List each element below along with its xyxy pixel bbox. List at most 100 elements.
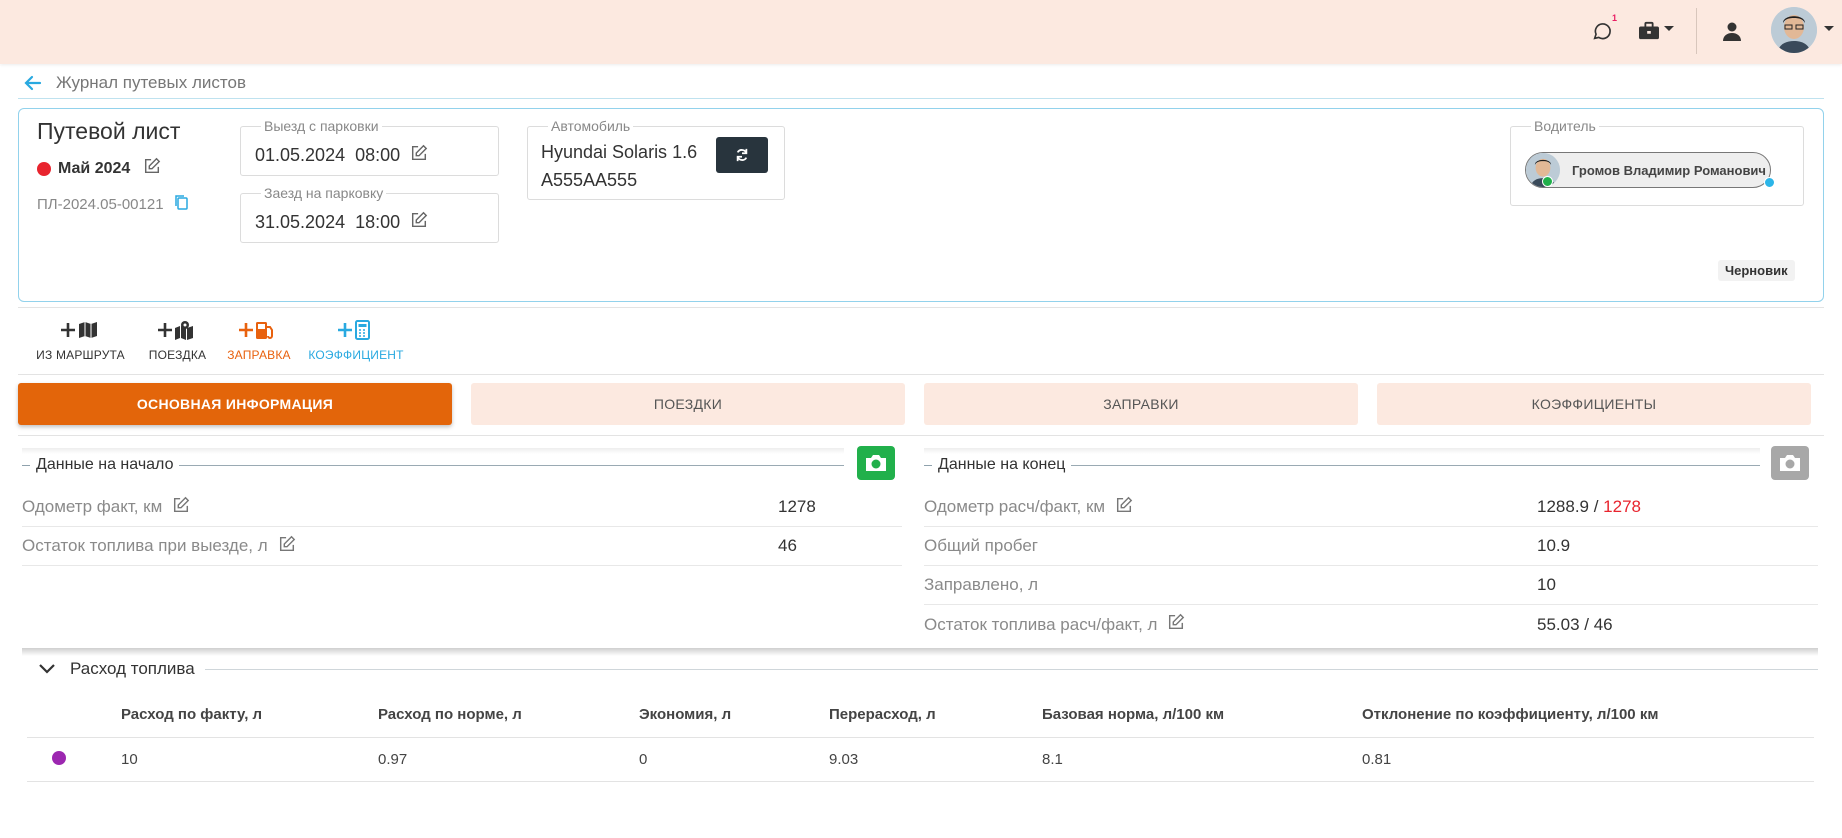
add-trip-label: ПОЕЗДКА (148, 348, 207, 362)
table-cell: 0 (639, 751, 648, 768)
end-odometer-fact: 1278 (1603, 497, 1641, 516)
driver-online-indicator (1542, 176, 1553, 187)
chevron-down-icon[interactable] (38, 663, 56, 675)
user-icon[interactable] (1717, 16, 1747, 46)
driver-legend: Водитель (1534, 118, 1596, 134)
plus-map-icon (60, 318, 101, 342)
edit-icon[interactable] (143, 157, 161, 180)
chat-icon[interactable]: 1 (1587, 13, 1617, 46)
add-refuel-label: ЗАПРАВКА (227, 348, 291, 362)
edit-icon[interactable] (1167, 613, 1185, 636)
edit-icon[interactable] (278, 535, 296, 558)
driver-indicator (1764, 177, 1775, 188)
camera-icon (866, 455, 886, 471)
column-header: Расход по факту, л (121, 706, 263, 723)
actions-bottom-divider (18, 374, 1824, 375)
start-fuel-value: 46 (778, 536, 797, 555)
end-fuel-value: 55.03 / 46 (1537, 614, 1613, 634)
table-row-divider (27, 781, 1814, 782)
end-mileage-label: Общий пробег (924, 536, 1038, 555)
start-odometer-row: Одометр факт, км 1278 (22, 488, 902, 527)
column-header: Расход по норме, л (378, 706, 522, 723)
plus-map-marker-icon (157, 318, 198, 342)
start-camera-button[interactable] (857, 446, 895, 480)
end-refueled-label: Заправлено, л (924, 575, 1039, 594)
arrival-field: Заезд на парковку 31.05.2024 18:00 (240, 185, 499, 243)
tab-coefficients[interactable]: КОЭФФИЦИЕНТЫ (1377, 383, 1811, 425)
table-header-divider (27, 737, 1814, 738)
arrival-datetime: 31.05.2024 18:00 (255, 211, 428, 234)
edit-icon[interactable] (410, 211, 428, 234)
table-cell: 9.03 (829, 751, 859, 768)
departure-date: 01.05.2024 (255, 145, 346, 165)
column-header: Перерасход, л (829, 706, 936, 723)
chat-badge: 1 (1611, 13, 1617, 23)
end-mileage-row: Общий пробег 10.9 (924, 527, 1818, 566)
table-cell: 0.81 (1362, 751, 1392, 768)
end-odometer-row: Одометр расч/факт, км 1288.9 / 1278 (924, 488, 1818, 527)
add-from-route-label: ИЗ МАРШРУТА (36, 348, 125, 362)
edit-icon[interactable] (1115, 496, 1133, 519)
arrival-legend: Заезд на парковку (264, 185, 384, 201)
document-number-text: ПЛ-2024.05-00121 (37, 195, 164, 213)
vehicle-field: Автомобиль Hyundai Solaris 1.6 A555AA555 (527, 118, 785, 200)
tabs-divider (18, 435, 1824, 436)
departure-time: 08:00 (355, 145, 401, 165)
arrow-left-icon[interactable] (24, 75, 42, 91)
briefcase-icon[interactable] (1634, 16, 1664, 46)
tab-refuels[interactable]: ЗАПРАВКИ (924, 383, 1358, 425)
vehicle-model: Hyundai Solaris 1.6 (541, 142, 698, 162)
end-mileage-value: 10.9 (1537, 536, 1571, 555)
end-odometer-calc: 1288.9 / (1537, 497, 1604, 516)
add-refuel-button[interactable]: ЗАПРАВКА (216, 318, 302, 362)
document-number: ПЛ-2024.05-00121 (37, 194, 188, 214)
month-label: Май 2024 (58, 159, 131, 177)
camera-icon (1780, 455, 1800, 471)
start-odometer-label: Одометр факт, км (22, 497, 163, 516)
edit-icon[interactable] (172, 496, 190, 519)
actions-top-divider (18, 307, 1824, 308)
fuel-section-header: Расход топлива (24, 656, 1818, 682)
start-odometer-value: 1278 (778, 497, 816, 516)
fuel-section-title: Расход топлива (70, 659, 195, 678)
vehicle-legend: Автомобиль (551, 118, 631, 134)
start-data-title: Данные на начало (36, 456, 174, 473)
driver-chip[interactable]: Громов Владимир Романович (1525, 152, 1771, 188)
arrival-date: 31.05.2024 (255, 212, 346, 232)
copy-icon[interactable] (174, 194, 188, 214)
start-fuel-row: Остаток топлива при выезде, л 46 (22, 527, 902, 566)
edit-icon[interactable] (410, 144, 428, 167)
table-cell: 0.97 (378, 751, 408, 768)
avatar-dropdown-caret[interactable] (1824, 26, 1834, 31)
row-marker (52, 751, 66, 765)
column-header: Базовая норма, л/100 км (1042, 706, 1225, 723)
add-coefficient-button[interactable]: КОЭФФИЦИЕНТ (302, 318, 410, 362)
fuel-section-shade (22, 648, 1818, 656)
end-fuel-row: Остаток топлива расч/факт, л 55.03 / 46 (924, 605, 1818, 644)
plus-fuel-pump-icon (239, 318, 279, 342)
end-data-title: Данные на конец (938, 456, 1066, 473)
breadcrumb: Журнал путевых листов (24, 70, 246, 96)
avatar[interactable] (1771, 7, 1817, 53)
briefcase-dropdown-caret[interactable] (1664, 26, 1674, 31)
action-toolbar: ИЗ МАРШРУТА ПОЕЗДКА ЗАПРАВКА КОЭФФИЦИЕНТ (22, 318, 410, 362)
vehicle-plate: A555AA555 (541, 170, 638, 190)
tab-trips[interactable]: ПОЕЗДКИ (471, 383, 905, 425)
table-cell: 8.1 (1042, 751, 1063, 768)
end-camera-button[interactable] (1771, 446, 1809, 480)
driver-name: Громов Владимир Романович (1572, 162, 1766, 178)
breadcrumb-link[interactable]: Журнал путевых листов (56, 73, 246, 93)
month-selector: Май 2024 (37, 157, 161, 180)
status-badge: Черновик (1718, 260, 1795, 281)
start-fuel-label: Остаток топлива при выезде, л (22, 536, 268, 555)
add-from-route-button[interactable]: ИЗ МАРШРУТА (22, 318, 139, 362)
page-title: Путевой лист (37, 118, 181, 144)
topbar-divider (1696, 8, 1697, 54)
end-fuel-label: Остаток топлива расч/факт, л (924, 614, 1158, 634)
column-header: Отклонение по коэффициенту, л/100 км (1362, 706, 1659, 723)
tab-main-info[interactable]: ОСНОВНАЯ ИНФОРМАЦИЯ (18, 383, 452, 425)
add-coefficient-label: КОЭФФИЦИЕНТ (308, 348, 404, 362)
add-trip-button[interactable]: ПОЕЗДКА (139, 318, 216, 362)
refresh-icon (736, 148, 748, 162)
refresh-vehicle-button[interactable] (716, 137, 768, 173)
